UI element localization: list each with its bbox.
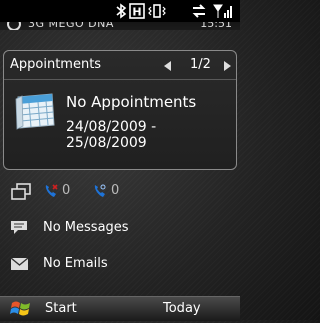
missed-call-count: 0 [62,183,71,198]
appointments-date-range: 24/08/2009 - 25/08/2009 [66,119,157,151]
appointments-header: Appointments 1/2 [4,51,236,80]
appointments-card[interactable]: Appointments 1/2 No Appointments 24/08/2… [3,50,237,170]
vibrate-icon[interactable] [146,2,168,20]
previous-arrow-icon[interactable] [164,61,171,71]
signal-strength-icon[interactable] [212,2,234,20]
envelope-icon [10,256,30,272]
messages-row[interactable]: No Messages [0,217,240,239]
missed-call-icon [43,183,59,199]
status-bar: H [0,0,240,22]
data-connection-icon[interactable] [190,2,212,20]
windows-stack-icon [10,183,32,201]
hsdpa-icon[interactable]: H [126,2,148,20]
hsdpa-letter: H [132,6,141,19]
calendar-icon [14,91,58,131]
next-arrow-icon[interactable] [224,61,231,71]
emails-label: No Emails [43,256,108,271]
windows-logo-icon[interactable] [10,299,32,319]
messages-label: No Messages [43,220,129,235]
today-softkey[interactable]: Today [163,301,201,316]
message-bubble-icon [10,220,30,236]
appointments-status: No Appointments [66,93,197,111]
appointments-title: Appointments [10,57,102,72]
calls-row[interactable]: 0 0 [0,180,240,204]
bottom-softkey-bar: Start Today [0,296,240,321]
emails-row[interactable]: No Emails [0,253,240,275]
appointments-page-indicator: 1/2 [190,57,211,72]
start-button[interactable]: Start [45,301,77,316]
voicemail-count: 0 [111,183,120,198]
voicemail-icon [92,183,108,199]
